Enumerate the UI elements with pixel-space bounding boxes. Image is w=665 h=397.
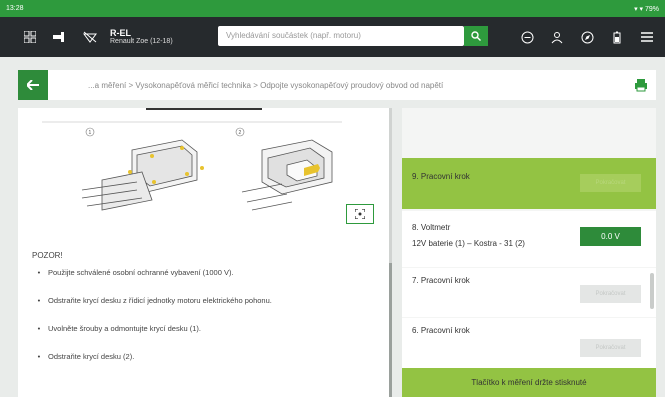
scrollbar-thumb[interactable] bbox=[389, 263, 392, 397]
list-item: • Odstraňte krycí desku z řídicí jednotky… bbox=[37, 296, 272, 305]
search-input[interactable]: Vyhledávání součástek (např. motoru) bbox=[218, 26, 464, 46]
vehicle-model: Renault Zoe (12-18) bbox=[110, 38, 173, 46]
status-indicators: ▾ ▾ 79% bbox=[634, 5, 659, 13]
voltage-value-button[interactable]: 0.0 V bbox=[580, 227, 641, 246]
vehicle-code: R-EL bbox=[110, 27, 131, 38]
instruction-panel[interactable]: 1 2 POZOR! • Použijte schválené osobní oc bbox=[18, 108, 392, 397]
callout-1: 1 bbox=[89, 130, 92, 136]
step-9-button[interactable]: Pokračovat bbox=[580, 174, 641, 192]
step-7[interactable]: 7. Pracovní krok Pokračovat bbox=[402, 268, 656, 317]
list-item: • Odstraňte krycí desku (2). bbox=[37, 352, 135, 361]
step-8-sublabel: 12V baterie (1) – Kostra - 31 (2) bbox=[412, 239, 525, 248]
step-8-label: 8. Voltmetr bbox=[412, 223, 451, 232]
breadcrumb[interactable]: ...a měření > Vysokonapěťová měřicí tech… bbox=[88, 81, 443, 90]
step-6[interactable]: 6. Pracovní krok Pokračovat bbox=[402, 318, 656, 368]
toolbar-right bbox=[515, 25, 659, 49]
print-button[interactable] bbox=[634, 78, 648, 92]
status-bar: 13:28 ▾ ▾ 79% bbox=[0, 0, 665, 17]
printer-icon bbox=[635, 79, 647, 92]
person-icon[interactable] bbox=[545, 25, 569, 49]
warning-title: POZOR! bbox=[32, 251, 63, 260]
status-time: 13:28 bbox=[6, 5, 24, 12]
grid-icon[interactable] bbox=[18, 25, 42, 49]
top-bar: R-EL Renault Zoe (12-18) Vyhledávání sou… bbox=[0, 17, 665, 57]
step-6-label: 6. Pracovní krok bbox=[412, 326, 470, 335]
list-item: • Použijte schválené osobní ochranné vyba… bbox=[37, 268, 234, 277]
breadcrumb-bar: ...a měření > Vysokonapěťová měřicí tech… bbox=[18, 70, 656, 100]
callout-2: 2 bbox=[239, 130, 242, 136]
vehicle-info[interactable]: R-EL Renault Zoe (12-18) bbox=[110, 28, 173, 46]
expand-icon bbox=[355, 209, 365, 219]
steps-scrollbar[interactable] bbox=[650, 273, 654, 309]
tab-indicator bbox=[146, 108, 262, 110]
compass-icon[interactable] bbox=[575, 25, 599, 49]
step-8[interactable]: 8. Voltmetr 12V baterie (1) – Kostra - 3… bbox=[402, 211, 656, 267]
minus-circle-icon[interactable] bbox=[515, 25, 539, 49]
step-9[interactable]: 9. Pracovní krok Pokračovat bbox=[402, 158, 656, 209]
hold-to-measure-button[interactable]: Tlačítko k měření držte stisknuté bbox=[402, 368, 656, 397]
menu-icon[interactable] bbox=[635, 25, 659, 49]
zoom-button[interactable] bbox=[346, 204, 374, 224]
search-icon bbox=[471, 31, 481, 41]
step-7-label: 7. Pracovní krok bbox=[412, 276, 470, 285]
arrow-left-icon bbox=[27, 80, 39, 90]
no-signal-icon[interactable] bbox=[78, 25, 102, 49]
back-button[interactable] bbox=[18, 70, 48, 100]
step-6-button[interactable]: Pokračovat bbox=[580, 339, 641, 357]
battery-icon[interactable] bbox=[605, 25, 629, 49]
warning-list: • Použijte schválené osobní ochranné vyba… bbox=[34, 268, 272, 380]
parts-icon[interactable] bbox=[48, 25, 72, 49]
step-7-button[interactable]: Pokračovat bbox=[580, 285, 641, 303]
cover-plate-illustration: 1 2 bbox=[42, 121, 342, 211]
step-9-label: 9. Pracovní krok bbox=[412, 172, 470, 181]
steps-panel[interactable]: 9. Pracovní krok Pokračovat 8. Voltmetr … bbox=[402, 108, 656, 397]
list-item: • Uvolněte šrouby a odmontujte krycí desk… bbox=[37, 324, 201, 333]
search-button[interactable] bbox=[464, 26, 488, 46]
